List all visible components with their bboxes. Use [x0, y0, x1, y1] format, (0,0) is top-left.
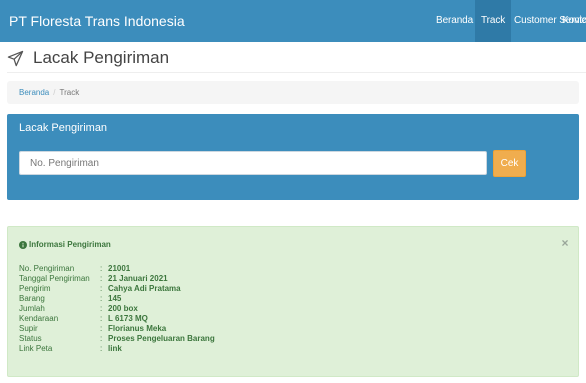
- nav-item-track[interactable]: Track: [475, 0, 512, 42]
- nav-item-beranda[interactable]: Beranda: [430, 0, 479, 42]
- info-value: Proses Pengeluaran Barang: [108, 334, 215, 343]
- info-value: L 6173 MQ: [108, 314, 148, 323]
- info-colon: :: [100, 344, 103, 353]
- info-value: 21001: [108, 264, 131, 273]
- divider: [7, 72, 586, 73]
- info-colon: :: [100, 334, 103, 343]
- info-label: Jumlah: [19, 304, 45, 313]
- info-colon: :: [100, 324, 103, 333]
- info-label: Link Peta: [19, 344, 53, 353]
- track-panel: Lacak Pengiriman Cek: [7, 114, 579, 200]
- info-colon: :: [100, 284, 103, 293]
- nav-item-kontak[interactable]: Kontak: [556, 0, 586, 42]
- info-label: No. Pengiriman: [19, 264, 75, 273]
- breadcrumb: Beranda / Track: [7, 81, 579, 104]
- map-link[interactable]: link: [108, 344, 122, 354]
- info-colon: :: [100, 274, 103, 283]
- info-value: 145: [108, 294, 122, 303]
- info-colon: :: [100, 304, 103, 313]
- breadcrumb-home-link[interactable]: Beranda: [19, 88, 49, 97]
- info-label: Supir: [19, 324, 38, 333]
- info-label: Barang: [19, 294, 45, 303]
- shipment-info-panel: Informasi Pengiriman × No. Pengiriman : …: [7, 226, 579, 377]
- info-label: Kendaraan: [19, 314, 59, 323]
- info-heading-text: Informasi Pengiriman: [29, 240, 111, 249]
- close-icon[interactable]: ×: [559, 236, 571, 250]
- info-label: Status: [19, 334, 42, 343]
- top-navbar: PT Floresta Trans Indonesia Beranda Trac…: [0, 0, 586, 42]
- page-title: Lacak Pengiriman: [33, 48, 170, 67]
- track-panel-title: Lacak Pengiriman: [19, 122, 108, 134]
- info-label: Tanggal Pengiriman: [19, 274, 90, 283]
- info-label: Pengirim: [19, 284, 51, 293]
- paper-plane-icon: [7, 50, 24, 66]
- breadcrumb-separator: /: [53, 88, 56, 97]
- info-colon: :: [100, 314, 103, 323]
- tracking-number-input[interactable]: [19, 151, 487, 175]
- brand-name[interactable]: PT Floresta Trans Indonesia: [9, 12, 185, 30]
- page-header: Lacak Pengiriman: [7, 48, 169, 68]
- info-value: 21 Januari 2021: [108, 274, 168, 283]
- info-circle-icon: [19, 240, 27, 249]
- breadcrumb-current: Track: [59, 88, 80, 97]
- info-heading: Informasi Pengiriman: [19, 240, 111, 249]
- info-value: 200 box: [108, 304, 138, 313]
- info-colon: :: [100, 294, 103, 303]
- cek-button[interactable]: Cek: [493, 150, 526, 177]
- info-colon: :: [100, 264, 103, 273]
- info-value: Florianus Meka: [108, 324, 167, 333]
- info-value: Cahya Adi Pratama: [108, 284, 181, 293]
